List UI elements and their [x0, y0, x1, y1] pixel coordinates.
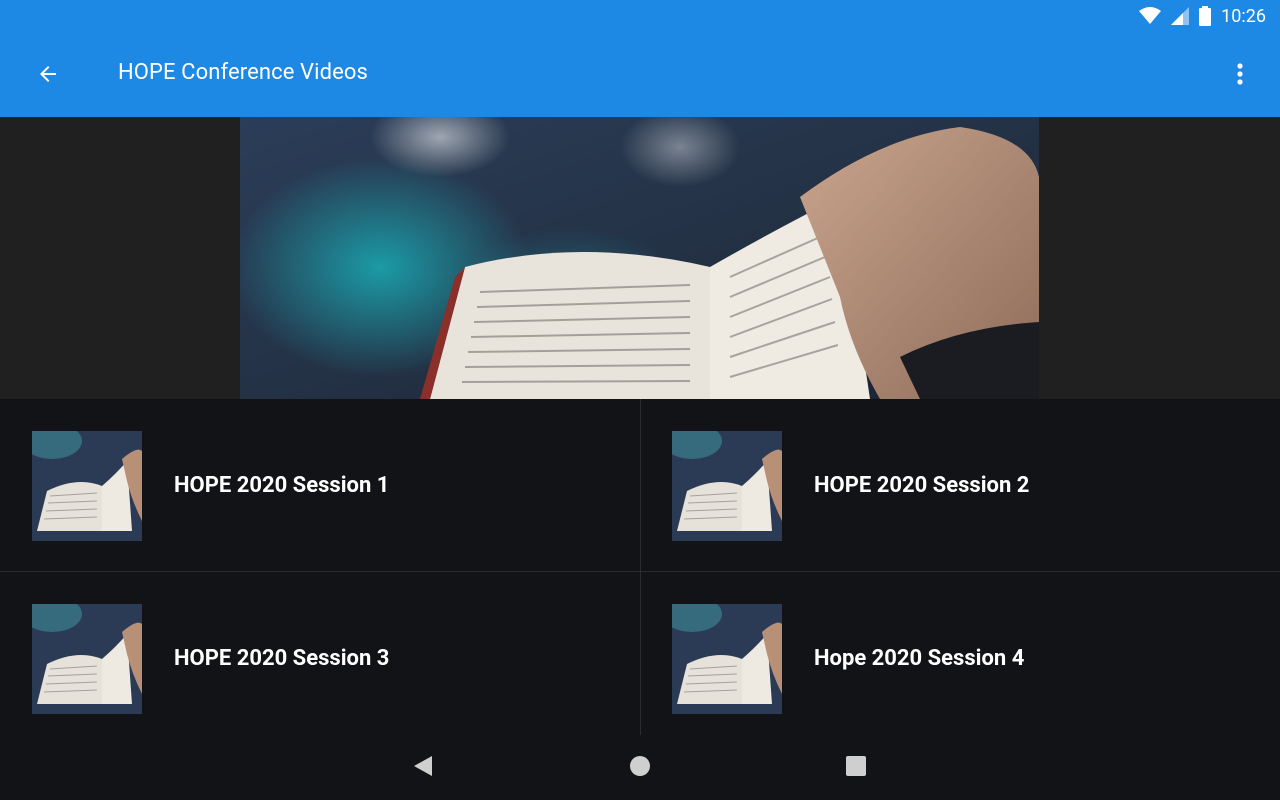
session-title: HOPE 2020 Session 1 [174, 473, 390, 498]
battery-icon [1199, 6, 1212, 26]
session-title: HOPE 2020 Session 2 [814, 473, 1030, 498]
nav-back-button[interactable] [408, 753, 438, 783]
session-item-2[interactable]: HOPE 2020 Session 2 [640, 399, 1280, 567]
session-title: Hope 2020 Session 4 [814, 646, 1025, 671]
hero-bible-image [240, 117, 1039, 399]
hero-banner [0, 117, 1280, 399]
nav-home-icon [629, 755, 651, 781]
back-button[interactable] [24, 52, 72, 100]
system-nav-bar [0, 735, 1280, 800]
overflow-menu-button[interactable] [1218, 52, 1262, 100]
nav-home-button[interactable] [625, 753, 655, 783]
more-vert-icon [1237, 62, 1243, 90]
status-time: 10:26 [1221, 5, 1266, 27]
session-item-4[interactable]: Hope 2020 Session 4 [640, 572, 1280, 740]
wifi-icon [1139, 7, 1162, 25]
arrow-back-icon [36, 62, 60, 90]
session-item-1[interactable]: HOPE 2020 Session 1 [0, 399, 640, 567]
session-thumbnail [672, 604, 782, 714]
nav-recents-button[interactable] [841, 753, 871, 783]
signal-icon [1171, 7, 1190, 25]
session-item-3[interactable]: HOPE 2020 Session 3 [0, 572, 640, 740]
app-bar: 10:26 HOPE Conference Videos [0, 0, 1280, 117]
nav-back-icon [412, 754, 434, 782]
session-title: HOPE 2020 Session 3 [174, 646, 390, 671]
session-thumbnail [32, 604, 142, 714]
status-bar: 10:26 [1139, 0, 1280, 32]
nav-recents-icon [845, 755, 867, 781]
page-title: HOPE Conference Videos [118, 60, 368, 85]
session-thumbnail [672, 431, 782, 541]
session-thumbnail [32, 431, 142, 541]
